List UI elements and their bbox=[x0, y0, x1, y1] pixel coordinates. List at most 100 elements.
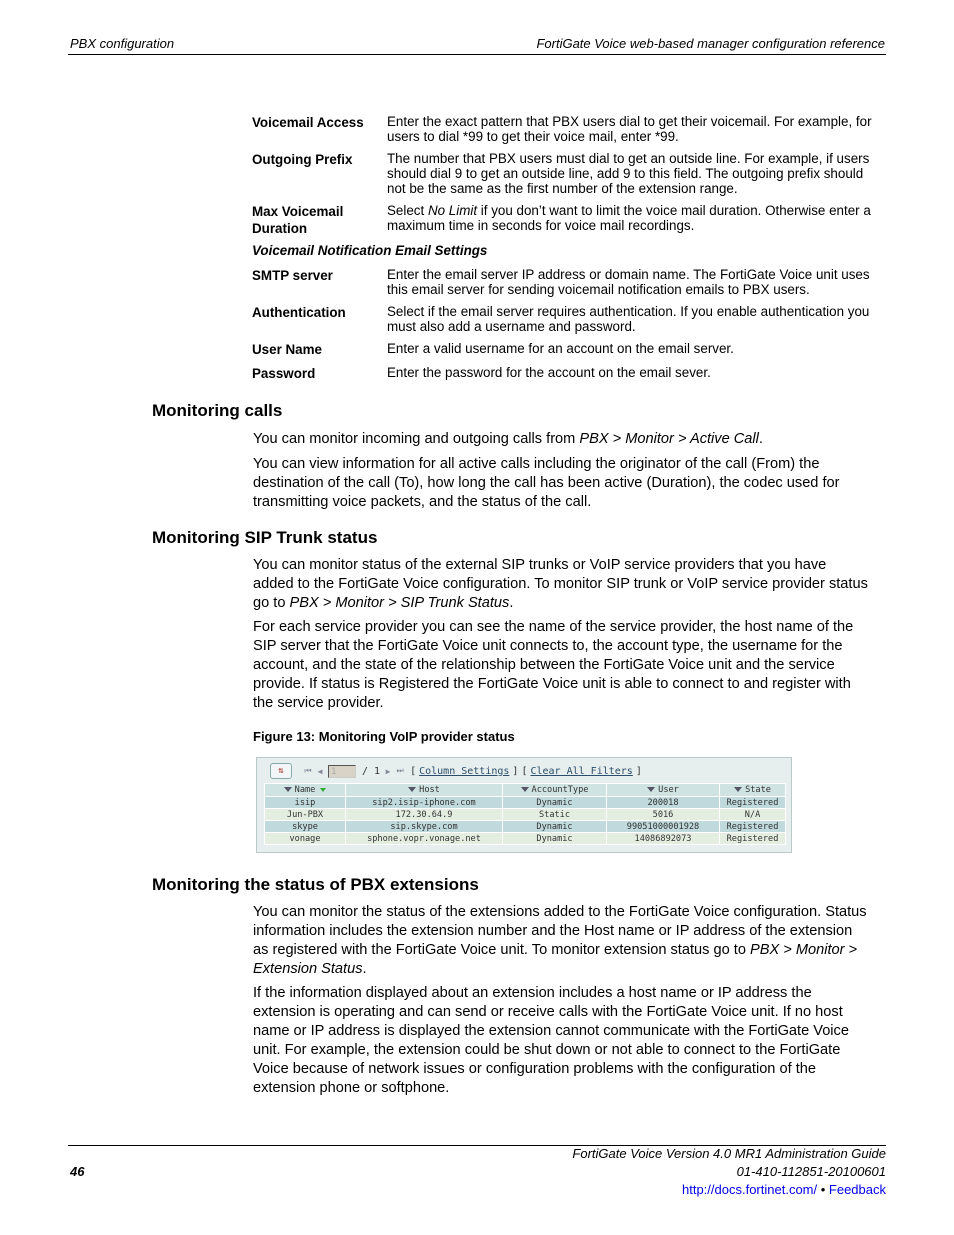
cell-account-type: Dynamic bbox=[502, 796, 607, 809]
column-label: AccountType bbox=[531, 785, 589, 795]
footer-links: http://docs.fortinet.com/ • Feedback bbox=[682, 1182, 886, 1197]
calls-paragraph-2: You can view information for all active … bbox=[253, 456, 840, 510]
def-term: Outgoing Prefix bbox=[252, 152, 353, 167]
running-header-section: PBX configuration bbox=[70, 36, 175, 51]
bracket: ] bbox=[512, 765, 519, 777]
footer-document-number: 01-410-112851-20100601 bbox=[736, 1164, 886, 1179]
clear-all-filters-link[interactable]: Clear All Filters bbox=[530, 766, 632, 777]
voip-provider-status-figure: ⇅ ⏮ ◀ 1 / 1 ▶ ⏭ [ Column Settings ] [ Cl… bbox=[256, 757, 792, 853]
def-desc: The number that PBX users must dial to g… bbox=[387, 151, 870, 196]
heading-monitoring-sip-trunk: Monitoring SIP Trunk status bbox=[152, 528, 378, 547]
cell-host: sphone.vopr.vonage.net bbox=[345, 832, 503, 845]
def-term: User Name bbox=[252, 342, 322, 357]
column-settings-link[interactable]: Column Settings bbox=[419, 766, 509, 777]
def-row: Outgoing Prefix The number that PBX user… bbox=[252, 151, 872, 196]
calls-paragraph-1: You can monitor incoming and outgoing ca… bbox=[253, 430, 869, 449]
sort-descending-icon bbox=[320, 787, 327, 792]
def-desc-text: Select bbox=[387, 203, 428, 218]
filter-icon[interactable] bbox=[647, 787, 656, 792]
first-page-icon[interactable]: ⏮ bbox=[304, 766, 312, 776]
figure-caption: Figure 13: Monitoring VoIP provider stat… bbox=[253, 729, 515, 744]
cell-state: Registered bbox=[719, 832, 786, 845]
feedback-link[interactable]: Feedback bbox=[829, 1182, 886, 1197]
cell-name: isip bbox=[264, 796, 346, 809]
column-label: Name bbox=[294, 785, 316, 795]
bracket: ] bbox=[635, 765, 642, 777]
refresh-button[interactable]: ⇅ bbox=[270, 763, 292, 779]
text: . bbox=[758, 431, 763, 447]
sip-trunk-table: Name Host AccountType User State isip si… bbox=[264, 783, 786, 845]
cell-account-type: Dynamic bbox=[502, 832, 607, 845]
column-header-account-type[interactable]: AccountType bbox=[502, 783, 607, 797]
table-header-row: Name Host AccountType User State bbox=[264, 783, 786, 797]
header-rule bbox=[68, 54, 886, 55]
footer-guide-title: FortiGate Voice Version 4.0 MR1 Administ… bbox=[572, 1146, 886, 1161]
table-row[interactable]: isip sip2.isip-iphone.com Dynamic 200018… bbox=[264, 796, 786, 809]
def-term: Authentication bbox=[252, 305, 346, 320]
refresh-icon: ⇅ bbox=[278, 766, 284, 776]
filter-icon[interactable] bbox=[734, 787, 743, 792]
def-row: User Name Enter a valid username for an … bbox=[252, 341, 872, 358]
column-header-name[interactable]: Name bbox=[264, 783, 346, 797]
cell-state: Registered bbox=[719, 820, 786, 833]
def-desc: Enter the exact pattern that PBX users d… bbox=[387, 114, 872, 144]
def-row: Voicemail Access Enter the exact pattern… bbox=[252, 114, 872, 144]
def-term: Voicemail Access bbox=[252, 115, 364, 130]
text: . bbox=[509, 595, 514, 611]
cell-user: 5016 bbox=[606, 808, 720, 821]
ext-paragraph-1: You can monitor the status of the extens… bbox=[253, 903, 869, 979]
def-term: Max Voicemail Duration bbox=[252, 204, 344, 236]
def-row: Max Voicemail Duration Select No Limit i… bbox=[252, 203, 872, 237]
column-header-state[interactable]: State bbox=[719, 783, 786, 797]
def-row: SMTP server Enter the email server IP ad… bbox=[252, 267, 872, 297]
page-total: / 1 bbox=[362, 765, 381, 777]
def-row: Authentication Select if the email serve… bbox=[252, 304, 872, 334]
column-label: State bbox=[745, 785, 771, 795]
page-number: 46 bbox=[70, 1164, 85, 1179]
def-term: Password bbox=[252, 366, 316, 381]
sip-paragraph-2: For each service provider you can see th… bbox=[253, 619, 854, 711]
cell-account-type: Static bbox=[502, 808, 607, 821]
cell-user: 99051000001928 bbox=[606, 820, 720, 833]
heading-monitoring-calls: Monitoring calls bbox=[152, 401, 283, 420]
def-desc: Enter the password for the account on th… bbox=[387, 365, 711, 380]
next-page-icon[interactable]: ▶ bbox=[384, 766, 392, 776]
cell-account-type: Dynamic bbox=[502, 820, 607, 833]
page-number-input[interactable]: 1 bbox=[328, 764, 356, 778]
column-header-host[interactable]: Host bbox=[345, 783, 503, 797]
cell-name: Jun-PBX bbox=[264, 808, 346, 821]
column-header-user[interactable]: User bbox=[606, 783, 720, 797]
def-desc-emphasis: No Limit bbox=[427, 203, 478, 218]
cell-user: 14086892073 bbox=[606, 832, 720, 845]
ext-paragraph-2: If the information displayed about an ex… bbox=[253, 985, 849, 1096]
menu-path: PBX > Monitor > SIP Trunk Status bbox=[289, 595, 510, 611]
heading-monitoring-extensions: Monitoring the status of PBX extensions bbox=[152, 875, 479, 894]
filter-icon[interactable] bbox=[283, 787, 292, 792]
cell-state: N/A bbox=[719, 808, 786, 821]
def-desc: Enter a valid username for an account on… bbox=[387, 341, 734, 356]
text: You can monitor incoming and outgoing ca… bbox=[253, 431, 580, 447]
bracket: [ bbox=[410, 765, 417, 777]
def-term: SMTP server bbox=[252, 268, 333, 283]
cell-user: 200018 bbox=[606, 796, 720, 809]
settings-definition-table: Voicemail Access Enter the exact pattern… bbox=[252, 114, 872, 389]
running-header-title: FortiGate Voice web-based manager config… bbox=[536, 36, 885, 51]
text: . bbox=[362, 961, 367, 977]
def-desc: Enter the email server IP address or dom… bbox=[387, 267, 870, 297]
def-row: Password Enter the password for the acco… bbox=[252, 365, 872, 382]
previous-page-icon[interactable]: ◀ bbox=[316, 766, 324, 776]
table-row[interactable]: vonage sphone.vopr.vonage.net Dynamic 14… bbox=[264, 832, 786, 845]
figure-toolbar: ⇅ ⏮ ◀ 1 / 1 ▶ ⏭ [ Column Settings ] [ Cl… bbox=[263, 762, 642, 780]
bullet-separator: • bbox=[817, 1182, 829, 1197]
docs-link[interactable]: http://docs.fortinet.com/ bbox=[682, 1182, 817, 1197]
cell-host: sip.skype.com bbox=[345, 820, 503, 833]
bracket: [ bbox=[521, 765, 528, 777]
def-desc: Select if the email server requires auth… bbox=[387, 304, 870, 334]
table-row[interactable]: skype sip.skype.com Dynamic 990510000019… bbox=[264, 820, 786, 833]
filter-icon[interactable] bbox=[520, 787, 529, 792]
filter-icon[interactable] bbox=[408, 787, 417, 792]
last-page-icon[interactable]: ⏭ bbox=[396, 766, 404, 776]
def-desc: Select No Limit if you don’t want to lim… bbox=[387, 203, 872, 237]
menu-path: PBX > Monitor > Active Call bbox=[579, 431, 759, 447]
table-row[interactable]: Jun-PBX 172.30.64.9 Static 5016 N/A bbox=[264, 808, 786, 821]
